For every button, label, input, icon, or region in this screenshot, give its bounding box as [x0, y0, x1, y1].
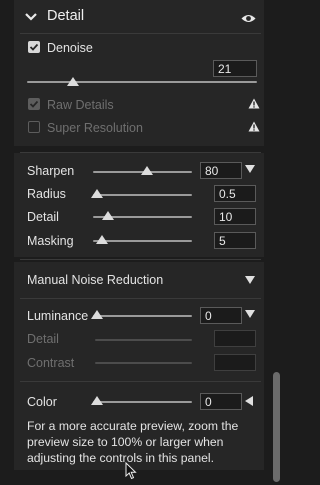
detail-label: Detail — [27, 210, 59, 224]
denoise-label: Denoise — [47, 41, 93, 55]
masking-slider-thumb[interactable] — [96, 235, 108, 244]
luminance-detail-value-input — [214, 330, 256, 347]
radius-label: Radius — [27, 187, 66, 201]
help-text: For a more accurate preview, zoom the pr… — [27, 419, 239, 465]
denoise-slider-thumb[interactable] — [67, 77, 79, 86]
raw-details-warning-icon — [248, 96, 260, 114]
luminance-value-input[interactable]: 0 — [200, 307, 242, 324]
collapse-chevron-icon[interactable] — [25, 9, 37, 27]
section-divider — [20, 152, 261, 153]
luminance-label: Luminance — [27, 309, 89, 323]
radius-value-input[interactable]: 0.5 — [214, 185, 256, 202]
noise-inner-divider — [20, 381, 261, 382]
noise-dropdown-icon[interactable] — [245, 276, 255, 284]
sharpen-dropdown-icon[interactable] — [245, 165, 255, 173]
sharpen-slider-thumb[interactable] — [141, 166, 153, 175]
luminance-contrast-value-input — [214, 354, 256, 371]
color-value-input[interactable]: 0 — [200, 393, 242, 410]
super-resolution-warning-icon — [248, 119, 260, 137]
radius-slider-thumb[interactable] — [91, 189, 103, 198]
luminance-detail-label: Detail — [27, 332, 59, 346]
luminance-contrast-slider-track — [95, 362, 192, 364]
super-resolution-label: Super Resolution — [47, 121, 143, 135]
raw-details-checkbox[interactable] — [28, 98, 40, 110]
masking-value-input[interactable]: 5 — [214, 232, 256, 249]
raw-details-label: Raw Details — [47, 98, 114, 112]
radius-slider-track[interactable] — [93, 194, 192, 196]
color-slider-thumb[interactable] — [91, 396, 103, 405]
eye-icon[interactable] — [241, 11, 256, 29]
luminance-slider-thumb[interactable] — [91, 310, 103, 319]
denoise-slider-track[interactable] — [27, 81, 257, 83]
sharpen-label: Sharpen — [27, 164, 75, 178]
super-resolution-checkbox[interactable] — [28, 121, 40, 133]
color-slider-track[interactable] — [93, 401, 192, 403]
detail-slider-thumb[interactable] — [102, 211, 114, 220]
noise-section-title: Manual Noise Reduction — [27, 273, 164, 287]
section-divider — [20, 259, 261, 260]
denoise-value-input[interactable]: 21 — [213, 60, 257, 77]
header-divider — [20, 33, 261, 34]
luminance-contrast-label: Contrast — [27, 356, 75, 370]
luminance-dropdown-icon[interactable] — [245, 310, 255, 318]
luminance-slider-track[interactable] — [93, 315, 192, 317]
color-disclosure-icon[interactable] — [245, 396, 253, 406]
denoise-checkbox[interactable] — [28, 41, 40, 53]
color-label: Color — [27, 395, 57, 409]
luminance-detail-slider-track — [95, 339, 192, 341]
masking-label: Masking — [27, 234, 74, 248]
panel-title: Detail — [47, 8, 85, 24]
scrollbar-thumb[interactable] — [273, 372, 280, 482]
detail-value-input[interactable]: 10 — [214, 208, 256, 225]
noise-divider — [20, 298, 261, 299]
sharpen-value-input[interactable]: 80 — [200, 162, 242, 179]
